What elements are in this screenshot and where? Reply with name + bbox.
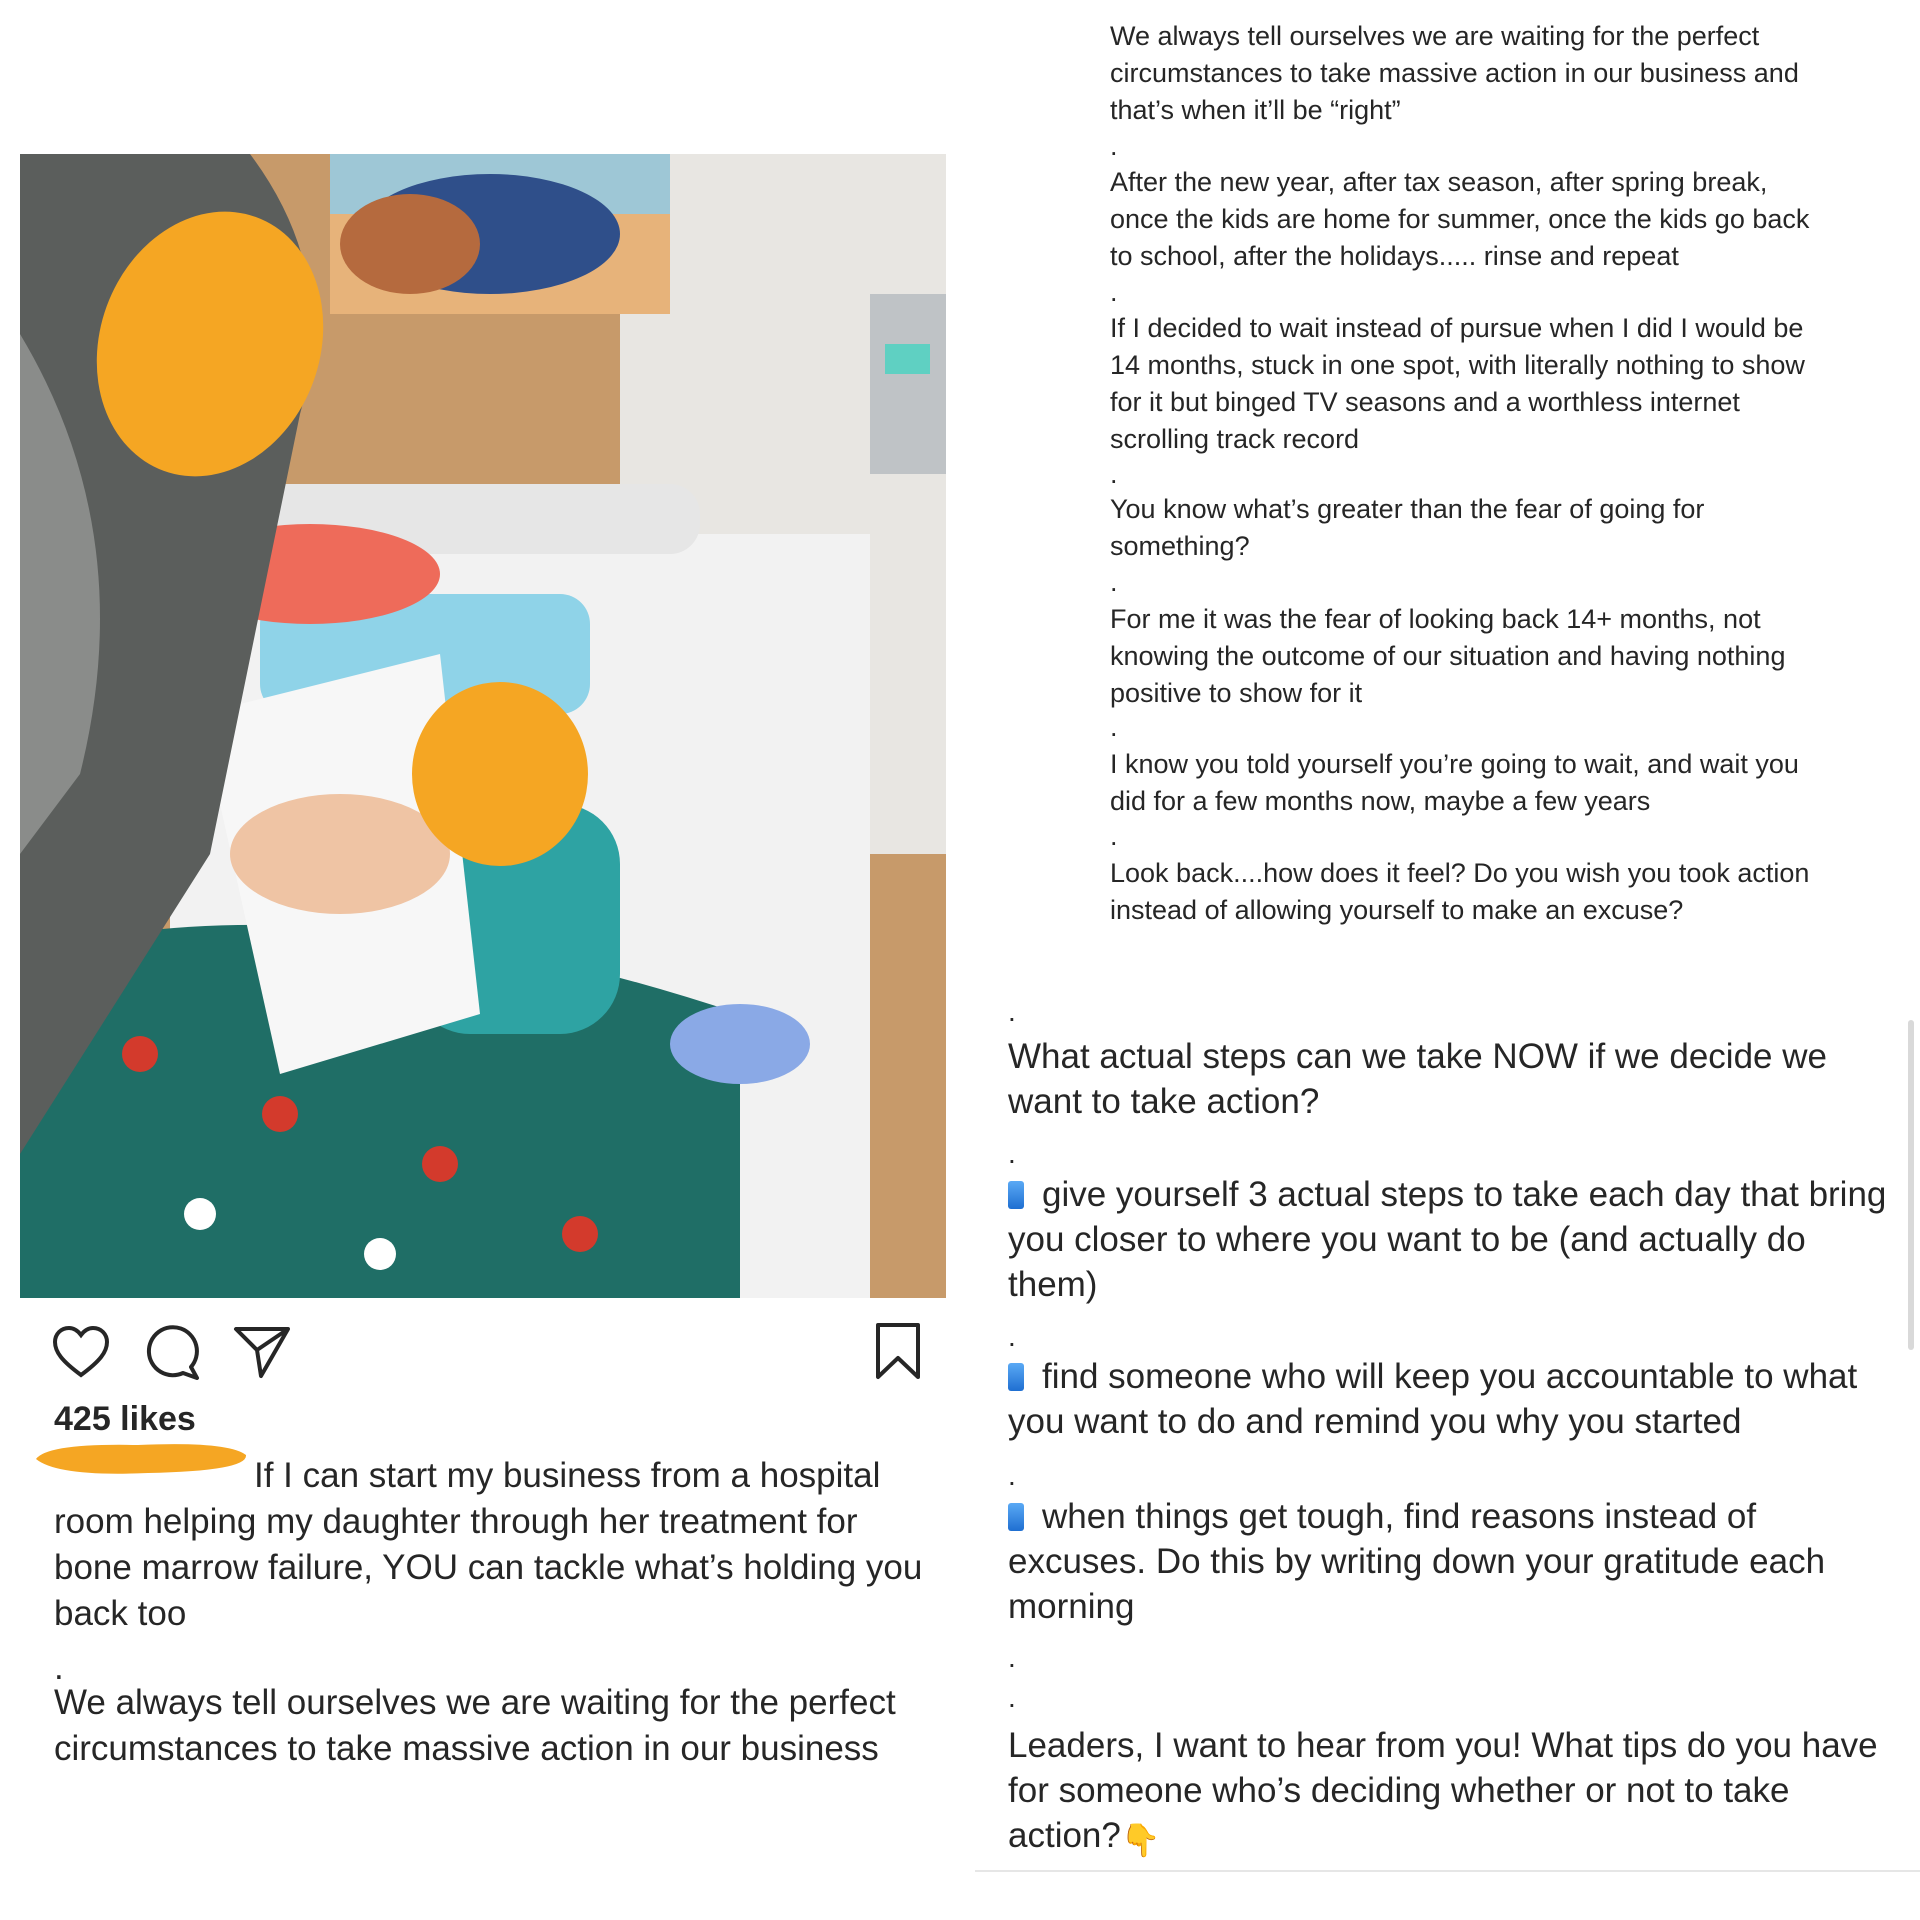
steps-question: What actual steps can we take NOW if we … xyxy=(1008,1037,1827,1121)
separator-dot: . xyxy=(1008,996,1016,1027)
caption-continued: We always tell ourselves we are waiting … xyxy=(54,1683,896,1768)
paragraph: We always tell ourselves we are waiting … xyxy=(1110,21,1799,125)
paragraph: I know you told yourself you’re going to… xyxy=(1110,749,1799,816)
separator-dot: . xyxy=(1110,712,1118,742)
separator-dot: . xyxy=(1110,131,1118,161)
caption-text: If I can start my business from a hospit… xyxy=(54,1456,923,1633)
likes-count[interactable]: 425 likes xyxy=(54,1400,196,1439)
separator-dot: . xyxy=(1008,1138,1016,1169)
heart-icon[interactable] xyxy=(52,1325,110,1384)
paragraph: You know what’s greater than the fear of… xyxy=(1110,494,1705,561)
separator-dot: . xyxy=(1008,1682,1016,1713)
separator-dot: . xyxy=(1110,567,1118,597)
face-redaction xyxy=(96,211,324,477)
paragraph: If I decided to wait instead of pursue w… xyxy=(1110,313,1805,454)
separator-dot: . xyxy=(1110,821,1118,851)
mobile-phone-icon xyxy=(1008,1181,1024,1209)
step-text: when things get tough, find reasons inst… xyxy=(1008,1497,1826,1626)
divider xyxy=(975,1870,1920,1872)
mobile-phone-icon xyxy=(1008,1503,1024,1531)
step-item: when things get tough, find reasons inst… xyxy=(1008,1494,1888,1629)
step-item: give yourself 3 actual steps to take eac… xyxy=(1008,1172,1888,1307)
scrollbar[interactable] xyxy=(1908,1020,1914,1350)
closing-question: Leaders, I want to hear from you! What t… xyxy=(1008,1723,1888,1863)
step-item: find someone who will keep you accountab… xyxy=(1008,1354,1888,1444)
send-icon[interactable] xyxy=(233,1325,291,1384)
separator-dot: . xyxy=(1008,1642,1016,1673)
bookmark-icon[interactable] xyxy=(875,1322,921,1385)
comment-icon[interactable] xyxy=(145,1325,201,1386)
mobile-phone-icon xyxy=(1008,1363,1024,1391)
step-text: give yourself 3 actual steps to take eac… xyxy=(1008,1175,1887,1304)
separator-dot: . xyxy=(1008,1321,1016,1352)
separator-dot: . xyxy=(1008,1460,1016,1491)
step-text: find someone who will keep you accountab… xyxy=(1008,1357,1858,1441)
face-redaction xyxy=(412,682,588,866)
separator-dot: . xyxy=(1110,459,1118,489)
paragraph: After the new year, after tax season, af… xyxy=(1110,167,1810,271)
pointing-down-hand-icon: 👇 xyxy=(1120,1822,1161,1858)
post-photo[interactable] xyxy=(20,154,946,1298)
separator-dot: . xyxy=(1110,277,1118,307)
paragraph: For me it was the fear of looking back 1… xyxy=(1110,604,1786,708)
paragraph: Look back....how does it feel? Do you wi… xyxy=(1110,858,1810,925)
